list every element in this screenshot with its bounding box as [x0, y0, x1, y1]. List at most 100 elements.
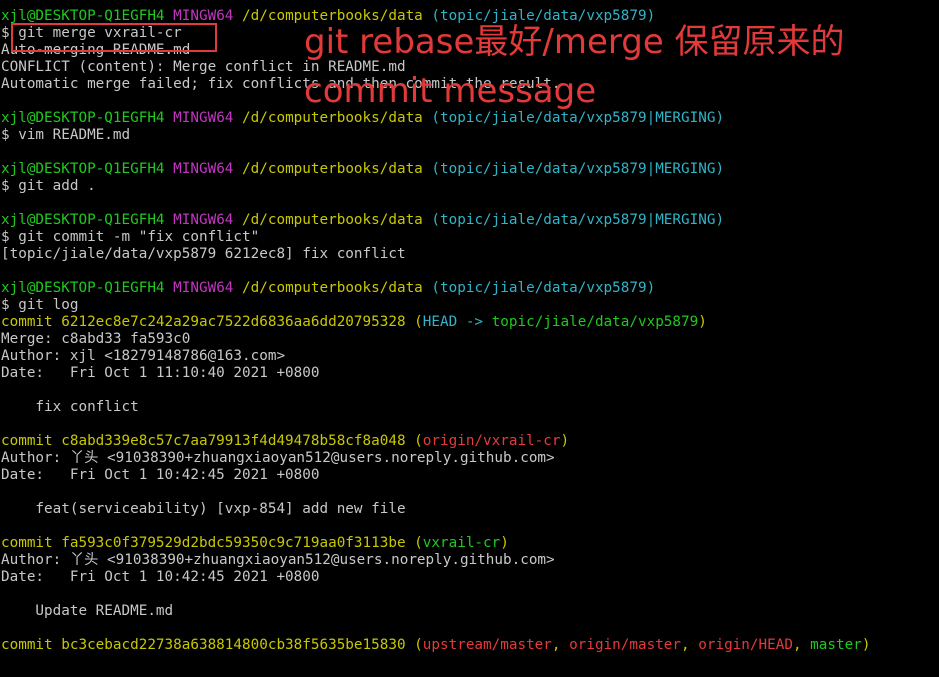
- terminal-text: Merge: c8abd33 fa593c0: [1, 331, 191, 347]
- terminal-line: $ git add .: [0, 178, 939, 195]
- terminal-line: $ vim README.md: [0, 127, 939, 144]
- terminal-text: Automatic merge failed; fix conflicts an…: [1, 76, 561, 92]
- commit-hash: ): [500, 535, 509, 551]
- prompt-user-host: xjl@DESKTOP-Q1EGFH4: [1, 212, 165, 228]
- commit-hash: ,: [681, 637, 699, 653]
- prompt-path: /d/computerbooks/data: [242, 8, 423, 24]
- prompt-branch: (topic/jiale/data/vxp5879|MERGING): [431, 110, 725, 126]
- terminal-line: Date: Fri Oct 1 11:10:40 2021 +0800: [0, 365, 939, 382]
- terminal-text: Author: 丫头 <91038390+zhuangxiaoyan512@us…: [1, 450, 555, 466]
- terminal-line: CONFLICT (content): Merge conflict in RE…: [0, 59, 939, 76]
- terminal-line: $ git log: [0, 297, 939, 314]
- terminal-text: $ vim README.md: [1, 127, 131, 143]
- terminal-text: Author: xjl <18279148786@163.com>: [1, 348, 286, 364]
- terminal-text: $ git commit -m "fix conflict": [1, 229, 260, 245]
- terminal-text: Date: Fri Oct 1 10:42:45 2021 +0800: [1, 569, 320, 585]
- terminal-line: Date: Fri Oct 1 10:42:45 2021 +0800: [0, 467, 939, 484]
- prompt-branch: (topic/jiale/data/vxp5879|MERGING): [431, 161, 725, 177]
- local-branch-ref: master: [810, 637, 862, 653]
- prompt-mingw-label: MINGW64: [173, 110, 234, 126]
- prompt-mingw-label: MINGW64: [173, 212, 234, 228]
- terminal-text: Date: Fri Oct 1 10:42:45 2021 +0800: [1, 467, 320, 483]
- prompt-user-host: xjl@DESKTOP-Q1EGFH4: [1, 8, 165, 24]
- prompt-path: /d/computerbooks/data: [242, 212, 423, 228]
- prompt-user-host: xjl@DESKTOP-Q1EGFH4: [1, 161, 165, 177]
- remote-branch-ref: upstream/master: [422, 637, 552, 653]
- commit-hash: ): [560, 433, 570, 449]
- terminal-line: Author: 丫头 <91038390+zhuangxiaoyan512@us…: [0, 450, 939, 467]
- prompt-path: /d/computerbooks/data: [242, 161, 423, 177]
- terminal-line: commit c8abd339e8c57c7aa79913f4d49478b58…: [0, 433, 939, 450]
- terminal-text: Author: 丫头 <91038390+zhuangxiaoyan512@us…: [1, 552, 555, 568]
- local-branch-ref: topic/jiale/data/vxp5879: [491, 314, 699, 330]
- terminal-line: xjl@DESKTOP-Q1EGFH4 MINGW64 /d/computerb…: [0, 110, 939, 127]
- prompt-mingw-label: MINGW64: [173, 161, 234, 177]
- terminal-line: feat(serviceability) [vxp-854] add new f…: [0, 501, 939, 518]
- terminal-line: xjl@DESKTOP-Q1EGFH4 MINGW64 /d/computerb…: [0, 280, 939, 297]
- commit-hash: ,: [792, 637, 811, 653]
- prompt-path: /d/computerbooks/data: [242, 110, 423, 126]
- prompt-mingw-label: MINGW64: [173, 8, 234, 24]
- terminal-text: $ git add .: [1, 178, 96, 194]
- prompt-user-host: xjl@DESKTOP-Q1EGFH4: [1, 280, 165, 296]
- prompt-branch: (topic/jiale/data/vxp5879): [431, 8, 656, 24]
- commit-hash: commit fa593c0f379529d2bdc59350c9c719aa0…: [1, 535, 415, 551]
- terminal-line: Date: Fri Oct 1 10:42:45 2021 +0800: [0, 569, 939, 586]
- remote-branch-ref: origin/HEAD: [698, 637, 793, 653]
- terminal-line: Auto-merging README.md: [0, 42, 939, 59]
- terminal-text: Auto-merging README.md: [1, 42, 191, 58]
- commit-hash: (: [414, 535, 423, 551]
- commit-hash: (: [414, 314, 423, 330]
- commit-hash: ): [698, 314, 707, 330]
- terminal-line: Automatic merge failed; fix conflicts an…: [0, 76, 939, 93]
- terminal-line: commit 6212ec8e7c242a29ac7522d6836aa6dd2…: [0, 314, 939, 331]
- terminal-line: $ git merge vxrail-cr: [0, 25, 939, 42]
- prompt-branch: (topic/jiale/data/vxp5879|MERGING): [431, 212, 725, 228]
- remote-branch-ref: origin/vxrail-cr: [422, 433, 561, 449]
- terminal-line: xjl@DESKTOP-Q1EGFH4 MINGW64 /d/computerb…: [0, 8, 939, 25]
- remote-branch-ref: origin/master: [569, 637, 682, 653]
- commit-hash: (: [414, 433, 423, 449]
- terminal-line: xjl@DESKTOP-Q1EGFH4 MINGW64 /d/computerb…: [0, 212, 939, 229]
- terminal-line: Update README.md: [0, 603, 939, 620]
- terminal-line: fix conflict: [0, 399, 939, 416]
- terminal-line: [topic/jiale/data/vxp5879 6212ec8] fix c…: [0, 246, 939, 263]
- terminal-line: commit fa593c0f379529d2bdc59350c9c719aa0…: [0, 535, 939, 552]
- terminal-line: Merge: c8abd33 fa593c0: [0, 331, 939, 348]
- local-branch-ref: vxrail-cr: [422, 535, 501, 551]
- terminal-text: [topic/jiale/data/vxp5879 6212ec8] fix c…: [1, 246, 406, 262]
- terminal-text: fix conflict: [1, 399, 139, 415]
- terminal-window[interactable]: xjl@DESKTOP-Q1EGFH4 MINGW64 /d/computerb…: [0, 0, 939, 677]
- terminal-line: Author: 丫头 <91038390+zhuangxiaoyan512@us…: [0, 552, 939, 569]
- commit-hash: commit 6212ec8e7c242a29ac7522d6836aa6dd2…: [1, 314, 415, 330]
- prompt-branch: (topic/jiale/data/vxp5879): [431, 280, 656, 296]
- commit-hash: ): [861, 637, 871, 653]
- terminal-line: commit bc3cebacd22738a638814800cb38f5635…: [0, 637, 939, 654]
- terminal-text: $ git log: [1, 297, 79, 313]
- terminal-text: $ git merge vxrail-cr: [1, 25, 182, 41]
- terminal-text: Update README.md: [1, 603, 174, 619]
- terminal-text: Date: Fri Oct 1 11:10:40 2021 +0800: [1, 365, 320, 381]
- prompt-mingw-label: MINGW64: [173, 280, 234, 296]
- terminal-text: CONFLICT (content): Merge conflict in RE…: [1, 59, 406, 75]
- terminal-text: feat(serviceability) [vxp-854] add new f…: [1, 501, 406, 517]
- prompt-path: /d/computerbooks/data: [242, 280, 423, 296]
